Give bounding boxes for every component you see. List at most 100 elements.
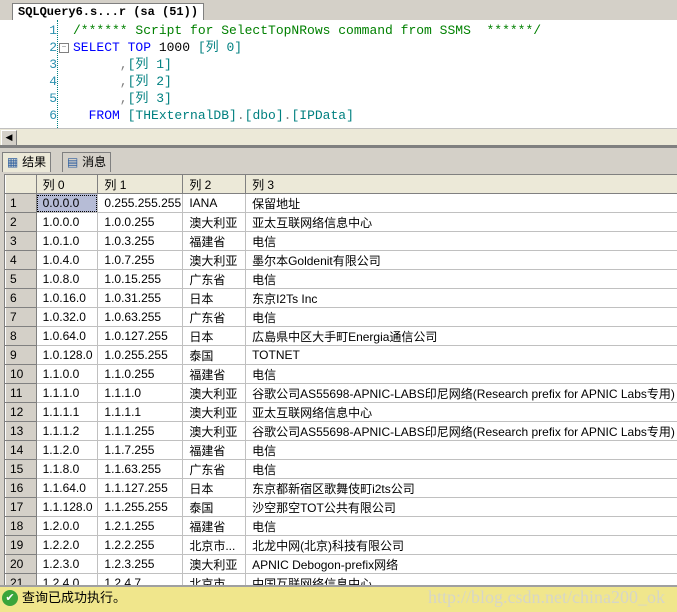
- column-header[interactable]: 列 0: [36, 175, 98, 194]
- grid-cell[interactable]: 日本: [183, 327, 246, 346]
- grid-cell[interactable]: 谷歌公司AS55698-APNIC-LABS印尼网络(Research pref…: [246, 422, 677, 441]
- grid-cell[interactable]: 保留地址: [246, 194, 677, 213]
- grid-cell[interactable]: 広島県中区大手町Energia通信公司: [246, 327, 677, 346]
- grid-cell[interactable]: 电信: [246, 270, 677, 289]
- row-number[interactable]: 1: [6, 194, 37, 213]
- table-row[interactable]: 71.0.32.01.0.63.255广东省电信: [6, 308, 677, 327]
- grid-cell[interactable]: 澳大利亚: [183, 422, 246, 441]
- row-number[interactable]: 8: [6, 327, 37, 346]
- tab-results[interactable]: ▦ 结果: [2, 152, 51, 172]
- grid-cell[interactable]: 电信: [246, 460, 677, 479]
- grid-cell[interactable]: 1.1.128.0: [36, 498, 98, 517]
- grid-cell[interactable]: 墨尔本Goldenit有限公司: [246, 251, 677, 270]
- row-number[interactable]: 7: [6, 308, 37, 327]
- row-number[interactable]: 3: [6, 232, 37, 251]
- grid-cell[interactable]: 1.1.8.0: [36, 460, 98, 479]
- row-number[interactable]: 12: [6, 403, 37, 422]
- table-row[interactable]: 201.2.3.01.2.3.255澳大利亚APNIC Debogon-pref…: [6, 555, 677, 574]
- grid-cell[interactable]: 沙空那空TOT公共有限公司: [246, 498, 677, 517]
- table-row[interactable]: 161.1.64.01.1.127.255日本东京都新宿区歌舞伎町i2ts公司: [6, 479, 677, 498]
- table-row[interactable]: 10.0.0.00.255.255.255IANA保留地址: [6, 194, 677, 213]
- grid-cell[interactable]: 澳大利亚: [183, 403, 246, 422]
- table-row[interactable]: 41.0.4.01.0.7.255澳大利亚墨尔本Goldenit有限公司: [6, 251, 677, 270]
- grid-cell[interactable]: 泰国: [183, 346, 246, 365]
- table-row[interactable]: 101.1.0.01.1.0.255福建省电信: [6, 365, 677, 384]
- grid-cell[interactable]: 1.1.1.1: [98, 403, 183, 422]
- grid-cell[interactable]: 1.1.1.0: [98, 384, 183, 403]
- grid-cell[interactable]: 1.0.64.0: [36, 327, 98, 346]
- row-number[interactable]: 2: [6, 213, 37, 232]
- grid-cell[interactable]: 1.0.0.0: [36, 213, 98, 232]
- grid-cell[interactable]: IANA: [183, 194, 246, 213]
- table-row[interactable]: 51.0.8.01.0.15.255广东省电信: [6, 270, 677, 289]
- grid-cell[interactable]: 1.1.1.1: [36, 403, 98, 422]
- sql-editor[interactable]: 1/****** Script for SelectTopNRows comma…: [0, 20, 677, 128]
- table-row[interactable]: 191.2.2.01.2.2.255北京市...北龙中网(北京)科技有限公司: [6, 536, 677, 555]
- corner-cell[interactable]: [6, 175, 37, 194]
- row-number[interactable]: 5: [6, 270, 37, 289]
- grid-cell[interactable]: 谷歌公司AS55698-APNIC-LABS印尼网络(Research pref…: [246, 384, 677, 403]
- column-header[interactable]: 列 3: [246, 175, 677, 194]
- grid-cell[interactable]: 澳大利亚: [183, 213, 246, 232]
- grid-cell[interactable]: 广东省: [183, 460, 246, 479]
- grid-cell[interactable]: TOTNET: [246, 346, 677, 365]
- results-grid[interactable]: 列 0 列 1 列 2 列 3 10.0.0.00.255.255.255IAN…: [4, 174, 677, 586]
- grid-cell[interactable]: 澳大利亚: [183, 251, 246, 270]
- grid-cell[interactable]: 1.0.4.0: [36, 251, 98, 270]
- row-number[interactable]: 17: [6, 498, 37, 517]
- grid-cell[interactable]: 1.0.3.255: [98, 232, 183, 251]
- grid-cell[interactable]: 1.0.63.255: [98, 308, 183, 327]
- grid-cell[interactable]: 北龙中网(北京)科技有限公司: [246, 536, 677, 555]
- grid-cell[interactable]: 1.0.127.255: [98, 327, 183, 346]
- table-row[interactable]: 131.1.1.21.1.1.255澳大利亚谷歌公司AS55698-APNIC-…: [6, 422, 677, 441]
- grid-cell[interactable]: 1.0.15.255: [98, 270, 183, 289]
- horizontal-scrollbar[interactable]: ◀: [0, 128, 677, 145]
- row-number[interactable]: 13: [6, 422, 37, 441]
- grid-cell[interactable]: 1.0.7.255: [98, 251, 183, 270]
- grid-cell[interactable]: 1.2.0.0: [36, 517, 98, 536]
- grid-cell[interactable]: 日本: [183, 289, 246, 308]
- table-row[interactable]: 121.1.1.11.1.1.1澳大利亚亚太互联网络信息中心: [6, 403, 677, 422]
- grid-cell[interactable]: 1.1.64.0: [36, 479, 98, 498]
- grid-cell[interactable]: 1.0.32.0: [36, 308, 98, 327]
- query-tab[interactable]: SQLQuery6.s...r (sa (51)): [12, 3, 204, 21]
- grid-cell[interactable]: 亚太互联网络信息中心: [246, 403, 677, 422]
- row-number[interactable]: 19: [6, 536, 37, 555]
- grid-cell[interactable]: 日本: [183, 479, 246, 498]
- row-number[interactable]: 15: [6, 460, 37, 479]
- grid-cell[interactable]: 北京市...: [183, 536, 246, 555]
- grid-cell[interactable]: 福建省: [183, 232, 246, 251]
- grid-cell[interactable]: APNIC Debogon-prefix网络: [246, 555, 677, 574]
- grid-cell[interactable]: 泰国: [183, 498, 246, 517]
- grid-cell[interactable]: 1.1.7.255: [98, 441, 183, 460]
- grid-cell[interactable]: 1.0.0.255: [98, 213, 183, 232]
- grid-cell[interactable]: 电信: [246, 365, 677, 384]
- grid-cell[interactable]: 电信: [246, 308, 677, 327]
- grid-cell[interactable]: 1.1.1.2: [36, 422, 98, 441]
- table-row[interactable]: 21.0.0.01.0.0.255澳大利亚亚太互联网络信息中心: [6, 213, 677, 232]
- grid-cell[interactable]: 1.1.255.255: [98, 498, 183, 517]
- grid-cell[interactable]: 1.0.255.255: [98, 346, 183, 365]
- grid-cell[interactable]: 1.1.63.255: [98, 460, 183, 479]
- row-number[interactable]: 4: [6, 251, 37, 270]
- grid-cell[interactable]: 1.2.3.0: [36, 555, 98, 574]
- grid-cell[interactable]: 1.0.31.255: [98, 289, 183, 308]
- grid-cell[interactable]: 1.0.8.0: [36, 270, 98, 289]
- grid-cell[interactable]: 东京都新宿区歌舞伎町i2ts公司: [246, 479, 677, 498]
- grid-cell[interactable]: 1.0.16.0: [36, 289, 98, 308]
- table-row[interactable]: 111.1.1.01.1.1.0澳大利亚谷歌公司AS55698-APNIC-LA…: [6, 384, 677, 403]
- grid-cell[interactable]: 1.2.2.255: [98, 536, 183, 555]
- table-row[interactable]: 141.1.2.01.1.7.255福建省电信: [6, 441, 677, 460]
- splitter[interactable]: [0, 145, 677, 148]
- grid-cell[interactable]: 福建省: [183, 517, 246, 536]
- column-header[interactable]: 列 1: [98, 175, 183, 194]
- grid-cell[interactable]: 电信: [246, 232, 677, 251]
- row-number[interactable]: 18: [6, 517, 37, 536]
- row-number[interactable]: 16: [6, 479, 37, 498]
- grid-cell[interactable]: 1.2.2.0: [36, 536, 98, 555]
- table-row[interactable]: 31.0.1.01.0.3.255福建省电信: [6, 232, 677, 251]
- grid-cell[interactable]: 1.1.0.255: [98, 365, 183, 384]
- grid-cell[interactable]: 亚太互联网络信息中心: [246, 213, 677, 232]
- grid-cell[interactable]: 1.2.3.255: [98, 555, 183, 574]
- table-row[interactable]: 151.1.8.01.1.63.255广东省电信: [6, 460, 677, 479]
